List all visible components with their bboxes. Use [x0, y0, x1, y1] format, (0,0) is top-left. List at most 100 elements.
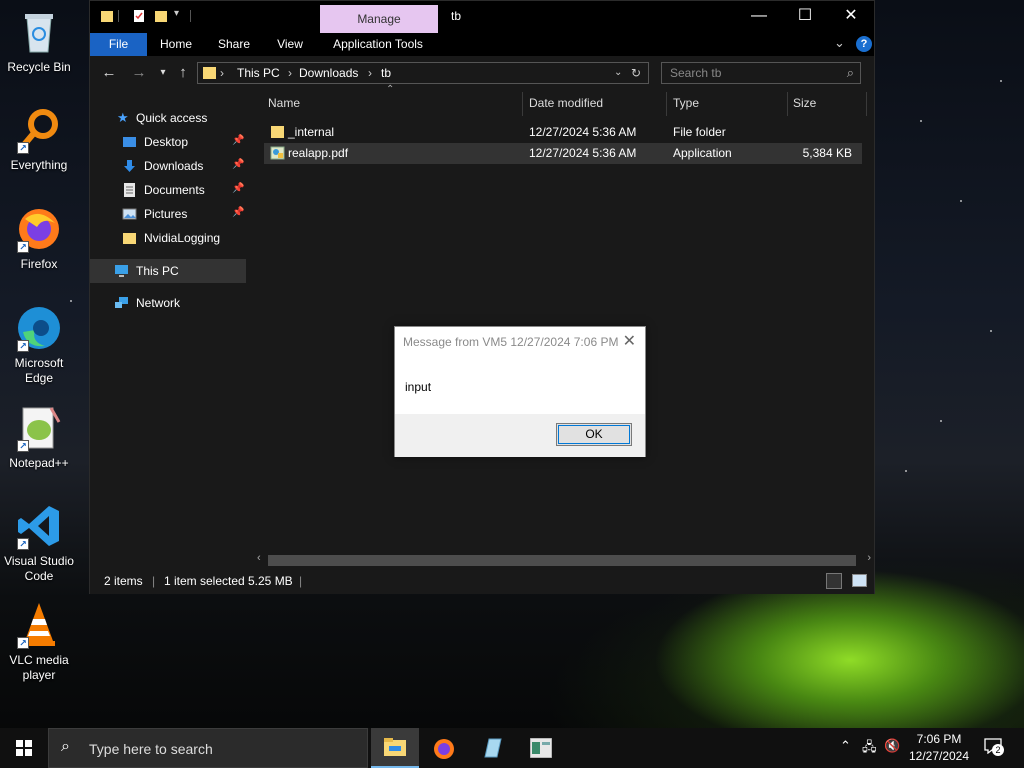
star: [960, 200, 962, 202]
desktop-icon-edge[interactable]: ↗ Microsoft Edge: [0, 304, 78, 386]
help-icon[interactable]: ?: [856, 36, 872, 52]
nav-nvidialogging[interactable]: NvidiaLogging: [90, 226, 246, 250]
breadcrumb-separator-icon: ›: [220, 66, 224, 80]
scroll-left-icon[interactable]: ‹: [257, 552, 261, 564]
star: [1000, 80, 1002, 82]
close-icon[interactable]: ✕: [623, 331, 636, 351]
tab-file[interactable]: File: [90, 33, 147, 56]
nav-desktop[interactable]: Desktop 📌: [90, 130, 246, 154]
tab-view[interactable]: View: [266, 33, 314, 56]
clock-date: 12/27/2024: [908, 749, 970, 763]
breadcrumb-downloads[interactable]: Downloads: [299, 66, 358, 80]
column-header-type[interactable]: Type: [673, 96, 699, 110]
dialog-message: input: [405, 380, 432, 394]
nav-downloads[interactable]: Downloads 📌: [90, 154, 246, 178]
column-separator[interactable]: [866, 92, 867, 116]
manage-tab[interactable]: Manage: [320, 5, 438, 33]
file-size: 5,384 KB: [802, 146, 852, 160]
action-center-button[interactable]: 2: [984, 738, 1004, 756]
forward-button[interactable]: →: [130, 64, 148, 82]
desktop-icon-label: Firefox: [20, 257, 58, 271]
column-header-name[interactable]: Name: [268, 96, 300, 110]
ok-button[interactable]: OK: [556, 423, 632, 446]
start-button[interactable]: [0, 728, 48, 768]
scrollbar-thumb[interactable]: [268, 555, 856, 566]
table-row[interactable]: realapp.pdf 12/27/2024 5:36 AM Applicati…: [264, 143, 862, 164]
nav-quick-access[interactable]: ★ Quick access: [90, 106, 246, 130]
tab-home[interactable]: Home: [152, 33, 200, 56]
close-button[interactable]: ✕: [828, 1, 874, 33]
application-icon: [270, 146, 285, 160]
search-placeholder: Search tb: [670, 66, 722, 80]
pictures-icon: [122, 208, 137, 220]
desktop-icon-label: Recycle Bin: [7, 60, 71, 74]
taskbar-app-4[interactable]: [517, 728, 565, 768]
column-header-date[interactable]: Date modified: [529, 96, 603, 110]
edge-icon: ↗: [15, 304, 63, 352]
back-button[interactable]: ←: [100, 64, 118, 82]
taskbar-file-explorer[interactable]: [371, 728, 419, 768]
recycle-bin-icon: [15, 8, 63, 56]
address-dropdown-icon[interactable]: ⌄: [614, 67, 622, 78]
desktop-icon-recycle-bin[interactable]: Recycle Bin: [0, 8, 78, 75]
title-bar[interactable]: ▾ Manage tb — ☐ ✕: [90, 1, 874, 33]
divider: [118, 10, 119, 22]
customize-qat-icon[interactable]: ▾: [174, 8, 179, 19]
sort-ascending-icon: ⌃: [386, 84, 395, 95]
window-title: tb: [451, 9, 462, 23]
column-separator[interactable]: [787, 92, 788, 116]
large-icons-view-icon[interactable]: [852, 574, 867, 587]
star: [990, 330, 992, 332]
shortcut-arrow-icon: ↗: [17, 241, 29, 253]
minimize-button[interactable]: —: [736, 1, 782, 33]
tab-share[interactable]: Share: [210, 33, 258, 56]
desktop-icon-firefox[interactable]: ↗ Firefox: [0, 205, 78, 272]
message-dialog: Message from VM5 12/27/2024 7:06 PM ✕ in…: [394, 326, 646, 457]
breadcrumb-this-pc[interactable]: This PC: [237, 66, 280, 80]
table-row[interactable]: _internal 12/27/2024 5:36 AM File folder: [264, 122, 862, 143]
desktop-icon-vlc[interactable]: ↗ VLC media player: [0, 601, 78, 683]
computer-icon: [115, 265, 128, 277]
taskbar-firefox[interactable]: [420, 728, 468, 768]
nav-this-pc[interactable]: This PC: [90, 259, 246, 283]
vlc-icon: ↗: [15, 601, 63, 649]
network-status-icon[interactable]: 🖧: [862, 738, 877, 760]
shortcut-arrow-icon: ↗: [17, 637, 29, 649]
properties-icon[interactable]: [132, 9, 146, 23]
show-hidden-icons-icon[interactable]: ⌃: [840, 738, 851, 754]
desktop-icon-label: Everything: [10, 158, 68, 172]
horizontal-scrollbar[interactable]: ‹ ›: [254, 552, 874, 569]
star: [920, 120, 922, 122]
address-bar[interactable]: › This PC › Downloads › tb ⌄ ↻: [197, 62, 649, 84]
refresh-icon[interactable]: ↻: [631, 66, 641, 80]
maximize-button[interactable]: ☐: [782, 1, 828, 33]
windows-logo-icon: [16, 740, 32, 756]
scroll-right-icon[interactable]: ›: [867, 552, 871, 564]
taskbar-app-3[interactable]: [468, 728, 516, 768]
column-separator[interactable]: [522, 92, 523, 116]
nav-documents[interactable]: Documents 📌: [90, 178, 246, 202]
nav-label: Documents: [144, 183, 205, 197]
taskbar-clock[interactable]: 7:06 PM 12/27/2024: [898, 731, 980, 765]
taskbar-search-placeholder: Type here to search: [89, 741, 213, 757]
up-button[interactable]: ↑: [174, 64, 192, 82]
tab-application-tools[interactable]: Application Tools: [326, 33, 430, 56]
search-icon: ⌕: [61, 738, 70, 755]
desktop-icon-everything[interactable]: ↗ Everything: [0, 106, 78, 173]
taskbar-search-box[interactable]: ⌕ Type here to search: [48, 728, 368, 768]
breadcrumb-tb[interactable]: tb: [381, 66, 391, 80]
shortcut-arrow-icon: ↗: [17, 340, 29, 352]
recent-locations-button[interactable]: ▾: [154, 64, 172, 82]
expand-ribbon-icon[interactable]: ⌄: [834, 35, 845, 51]
nav-label: NvidiaLogging: [144, 231, 221, 245]
desktop-icon-vscode[interactable]: ↗ Visual Studio Code: [0, 502, 78, 584]
nav-pictures[interactable]: Pictures 📌: [90, 202, 246, 226]
column-separator[interactable]: [666, 92, 667, 116]
desktop-icon-notepadpp[interactable]: ↗ Notepad++: [0, 404, 78, 471]
search-box[interactable]: Search tb ⌕: [661, 62, 861, 84]
clock-time: 7:06 PM: [916, 732, 962, 746]
column-header-size[interactable]: Size: [793, 96, 816, 110]
details-view-icon[interactable]: [826, 573, 842, 589]
new-folder-icon[interactable]: [154, 9, 168, 23]
nav-network[interactable]: Network: [90, 291, 246, 315]
